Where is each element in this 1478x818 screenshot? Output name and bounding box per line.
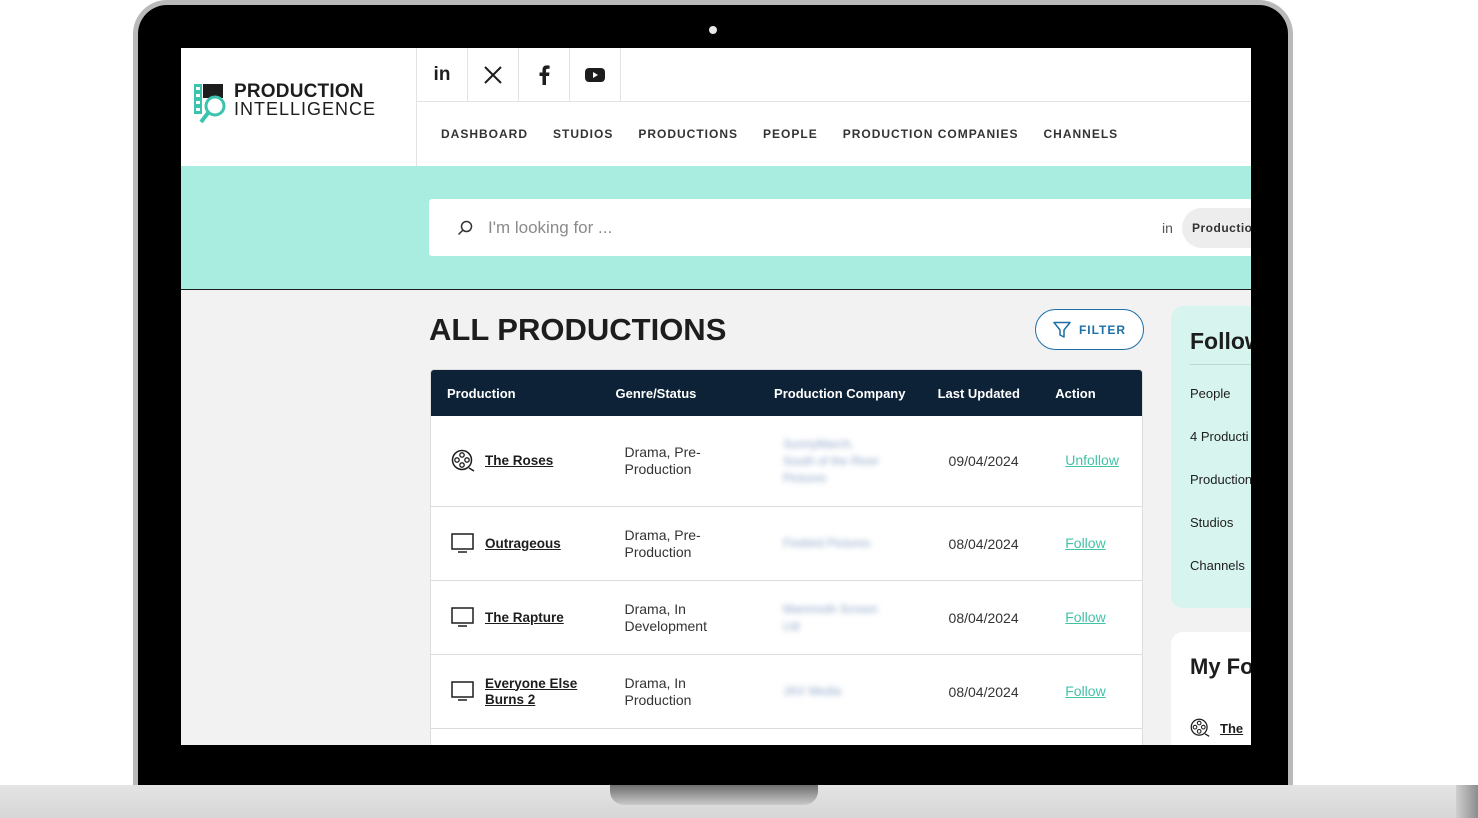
nav-studios[interactable]: STUDIOS (553, 127, 613, 141)
logo-text-secondary: INTELLIGENCE (234, 99, 377, 119)
production-cell: The Roses (431, 449, 615, 473)
laptop-notch (610, 785, 818, 805)
linkedin-icon: in (433, 64, 451, 85)
search-scope-label: in (1162, 220, 1173, 236)
screen: PRODUCTION INTELLIGENCE in DASHBOARD STU… (181, 48, 1251, 745)
x-icon (484, 66, 502, 84)
logo[interactable]: PRODUCTION INTELLIGENCE (181, 48, 417, 166)
production-link[interactable]: Outrageous (485, 536, 561, 552)
tv-icon (451, 606, 474, 627)
tv-icon (451, 680, 474, 701)
filter-label: FILTER (1078, 322, 1127, 337)
col-last-updated[interactable]: Last Updated (930, 386, 1047, 401)
nav-productions[interactable]: PRODUCTIONS (638, 127, 738, 141)
follow-link[interactable]: Follow (1065, 683, 1105, 699)
action-cell: Follow (1046, 609, 1142, 627)
follow-link[interactable]: Follow (1065, 609, 1105, 625)
follow-productions-count[interactable]: 4 Producti (1190, 429, 1249, 444)
laptop-base-edge (1456, 785, 1478, 818)
action-cell: Follow (1046, 535, 1142, 553)
col-action[interactable]: Action (1046, 386, 1142, 401)
follow-people[interactable]: People (1190, 386, 1230, 401)
nav-channels[interactable]: CHANNELS (1044, 127, 1119, 141)
filter-button[interactable]: FILTER (1035, 309, 1144, 350)
production-cell: The Rapture (431, 606, 615, 629)
youtube-icon (585, 68, 605, 82)
table-header: Production Genre/Status Production Compa… (431, 370, 1142, 416)
facebook-icon (539, 65, 550, 85)
filter-icon (1053, 321, 1071, 338)
nav-people[interactable]: PEOPLE (763, 127, 818, 141)
production-cell: Outrageous (431, 532, 615, 555)
follow-studios[interactable]: Studios (1190, 515, 1233, 530)
table-row: The Rapture Drama, In Development Mammoth… (431, 581, 1142, 655)
social-links: in (417, 48, 621, 102)
last-updated: 08/04/2024 (948, 683, 1019, 700)
page-title: ALL PRODUCTIONS (429, 312, 727, 347)
camera-icon (709, 26, 717, 34)
production-company[interactable]: Firebird Pictures (772, 535, 930, 552)
follow-link[interactable]: Follow (1065, 535, 1105, 551)
last-updated: 08/04/2024 (948, 535, 1019, 552)
search-band: I'm looking for ... in Productio (181, 166, 1251, 290)
nav-production-companies[interactable]: PRODUCTION COMPANIES (843, 127, 1019, 141)
unfollow-link[interactable]: Unfollow (1065, 452, 1119, 468)
my-follows-item: The (1190, 718, 1243, 738)
search-scope-select[interactable]: Productio (1182, 208, 1251, 248)
my-follows-title: My Fo (1190, 654, 1251, 679)
film-reel-icon (1190, 718, 1210, 737)
production-link[interactable]: The Roses (485, 453, 553, 469)
site-header: PRODUCTION INTELLIGENCE in DASHBOARD STU… (181, 48, 1251, 166)
logo-icon (194, 84, 226, 124)
table-row: The Roses Drama, Pre- Production SunnyMar… (431, 416, 1142, 507)
genre-status: Drama, In Production (624, 674, 692, 708)
productions-table: Production Genre/Status Production Compa… (430, 369, 1143, 745)
table-row: Outrageous Drama, Pre- Production Firebir… (431, 507, 1142, 581)
follow-panel-divider (1190, 364, 1251, 365)
follow-channels[interactable]: Channels (1190, 558, 1245, 573)
my-follows-panel: My Fo The (1171, 632, 1251, 745)
my-follows-link[interactable]: The (1220, 721, 1243, 736)
action-cell: Unfollow (1046, 452, 1142, 470)
tv-icon (451, 532, 474, 553)
action-cell: Follow (1046, 683, 1142, 701)
follow-panel-title: Follow (1190, 328, 1251, 354)
follow-production-companies[interactable]: Production (1190, 472, 1251, 487)
last-updated: 08/04/2024 (948, 609, 1019, 626)
col-genre-status[interactable]: Genre/Status (616, 386, 773, 401)
follow-panel: Follow People 4 Producti Production Stud… (1171, 306, 1251, 608)
table-row (431, 729, 1142, 745)
col-production[interactable]: Production (431, 386, 616, 401)
x-button[interactable] (468, 48, 519, 102)
film-reel-icon (451, 449, 475, 472)
genre-status: Drama, In Development (624, 600, 707, 634)
search-bar[interactable]: I'm looking for ... in Productio (429, 199, 1251, 256)
main-nav: DASHBOARD STUDIOS PRODUCTIONS PEOPLE PRO… (441, 127, 1143, 141)
linkedin-button[interactable]: in (417, 48, 468, 102)
last-updated: 09/04/2024 (948, 453, 1019, 469)
production-company[interactable]: Mammoth Screen Ltd (772, 601, 930, 635)
production-company[interactable]: SunnyMarch, South of the River Pictures (772, 436, 930, 487)
youtube-button[interactable] (570, 48, 621, 102)
facebook-button[interactable] (519, 48, 570, 102)
col-production-company[interactable]: Production Company (772, 386, 930, 401)
genre-status: Drama, Pre- Production (624, 444, 701, 477)
search-input[interactable]: I'm looking for ... (488, 218, 612, 238)
header-divider (417, 101, 1251, 102)
genre-status: Drama, Pre- Production (624, 526, 701, 560)
search-icon (457, 220, 473, 236)
production-company[interactable]: JAX Media (772, 683, 930, 700)
production-link[interactable]: Everyone Else Burns 2 (485, 676, 577, 708)
table-row: Everyone Else Burns 2 Drama, In Production… (431, 655, 1142, 729)
nav-dashboard[interactable]: DASHBOARD (441, 127, 528, 141)
production-link[interactable]: The Rapture (485, 610, 564, 626)
production-cell: Everyone Else Burns 2 (431, 676, 615, 708)
